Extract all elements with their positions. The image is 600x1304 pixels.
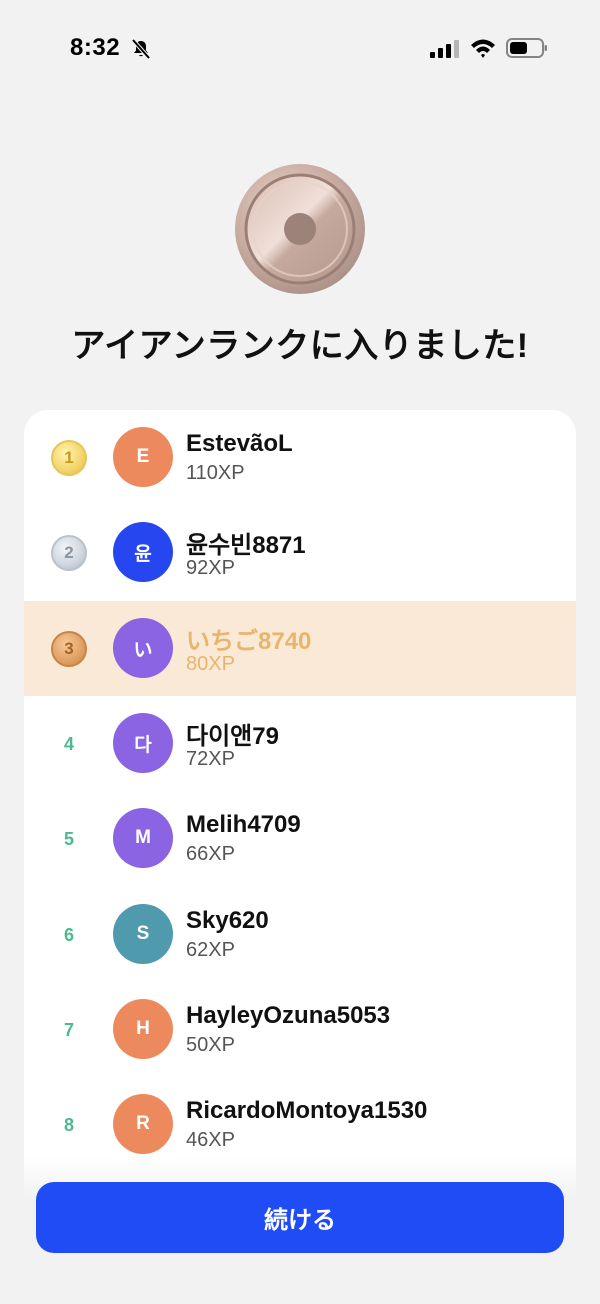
user-xp: 92XP <box>186 557 235 579</box>
user-xp: 72XP <box>186 748 235 770</box>
leaderboard-row-current-user[interactable]: 3 い いちご8740 80XP <box>24 601 576 696</box>
user-name: Sky620 <box>186 907 269 934</box>
user-xp: 80XP <box>186 653 235 675</box>
user-name: Melih4709 <box>186 811 301 838</box>
leaderboard-row[interactable]: 7 H HayleyOzuna5053 50XP <box>24 982 576 1077</box>
avatar: 다 <box>113 713 173 773</box>
cellular-signal-icon <box>430 40 459 58</box>
user-xp: 46XP <box>186 1129 235 1151</box>
avatar: R <box>113 1094 173 1154</box>
rank-number: 8 <box>63 1114 74 1135</box>
silver-medal-icon: 2 <box>51 535 87 571</box>
leaderboard-list[interactable]: 1 E EstevãoL 110XP 2 윤 윤수빈8871 92XP 3 い … <box>24 410 576 1210</box>
avatar: い <box>113 618 173 678</box>
leaderboard-row[interactable]: 6 S Sky620 62XP <box>24 887 576 982</box>
leaderboard-row[interactable]: 2 윤 윤수빈8871 92XP <box>24 505 576 600</box>
user-name: 다이앤79 <box>186 723 279 750</box>
user-name: 윤수빈8871 <box>186 532 306 559</box>
rank-number: 5 <box>63 828 74 849</box>
status-bar: 8:32 <box>0 0 600 96</box>
avatar: E <box>113 427 173 487</box>
iron-rank-medal-icon <box>235 164 365 294</box>
avatar: 윤 <box>113 522 173 582</box>
user-xp: 62XP <box>186 939 235 961</box>
gold-medal-icon: 1 <box>51 440 87 476</box>
battery-icon <box>506 38 547 58</box>
user-xp: 110XP <box>186 462 245 484</box>
bronze-medal-icon: 3 <box>51 631 87 667</box>
status-time: 8:32 <box>70 34 121 61</box>
continue-button[interactable]: 続ける <box>36 1182 564 1253</box>
user-name: いちご8740 <box>186 628 312 655</box>
user-name: RicardoMontoya1530 <box>186 1097 428 1124</box>
user-name: EstevãoL <box>186 430 293 457</box>
avatar: M <box>113 808 173 868</box>
rank-number: 4 <box>63 733 74 754</box>
rank-up-headline: アイアンランクに入りました! <box>71 327 529 365</box>
user-name: HayleyOzuna5053 <box>186 1002 391 1029</box>
avatar: H <box>113 999 173 1059</box>
avatar: S <box>113 904 173 964</box>
leaderboard-row[interactable]: 4 다 다이앤79 72XP <box>24 696 576 791</box>
rank-number: 6 <box>63 924 74 945</box>
rank-number: 7 <box>63 1019 74 1040</box>
leaderboard-row[interactable]: 5 M Melih4709 66XP <box>24 791 576 886</box>
user-xp: 66XP <box>186 843 235 865</box>
wifi-icon <box>471 39 495 58</box>
user-xp: 50XP <box>186 1034 235 1056</box>
leaderboard-row[interactable]: 1 E EstevãoL 110XP <box>24 410 576 505</box>
bell-muted-icon <box>131 38 151 60</box>
